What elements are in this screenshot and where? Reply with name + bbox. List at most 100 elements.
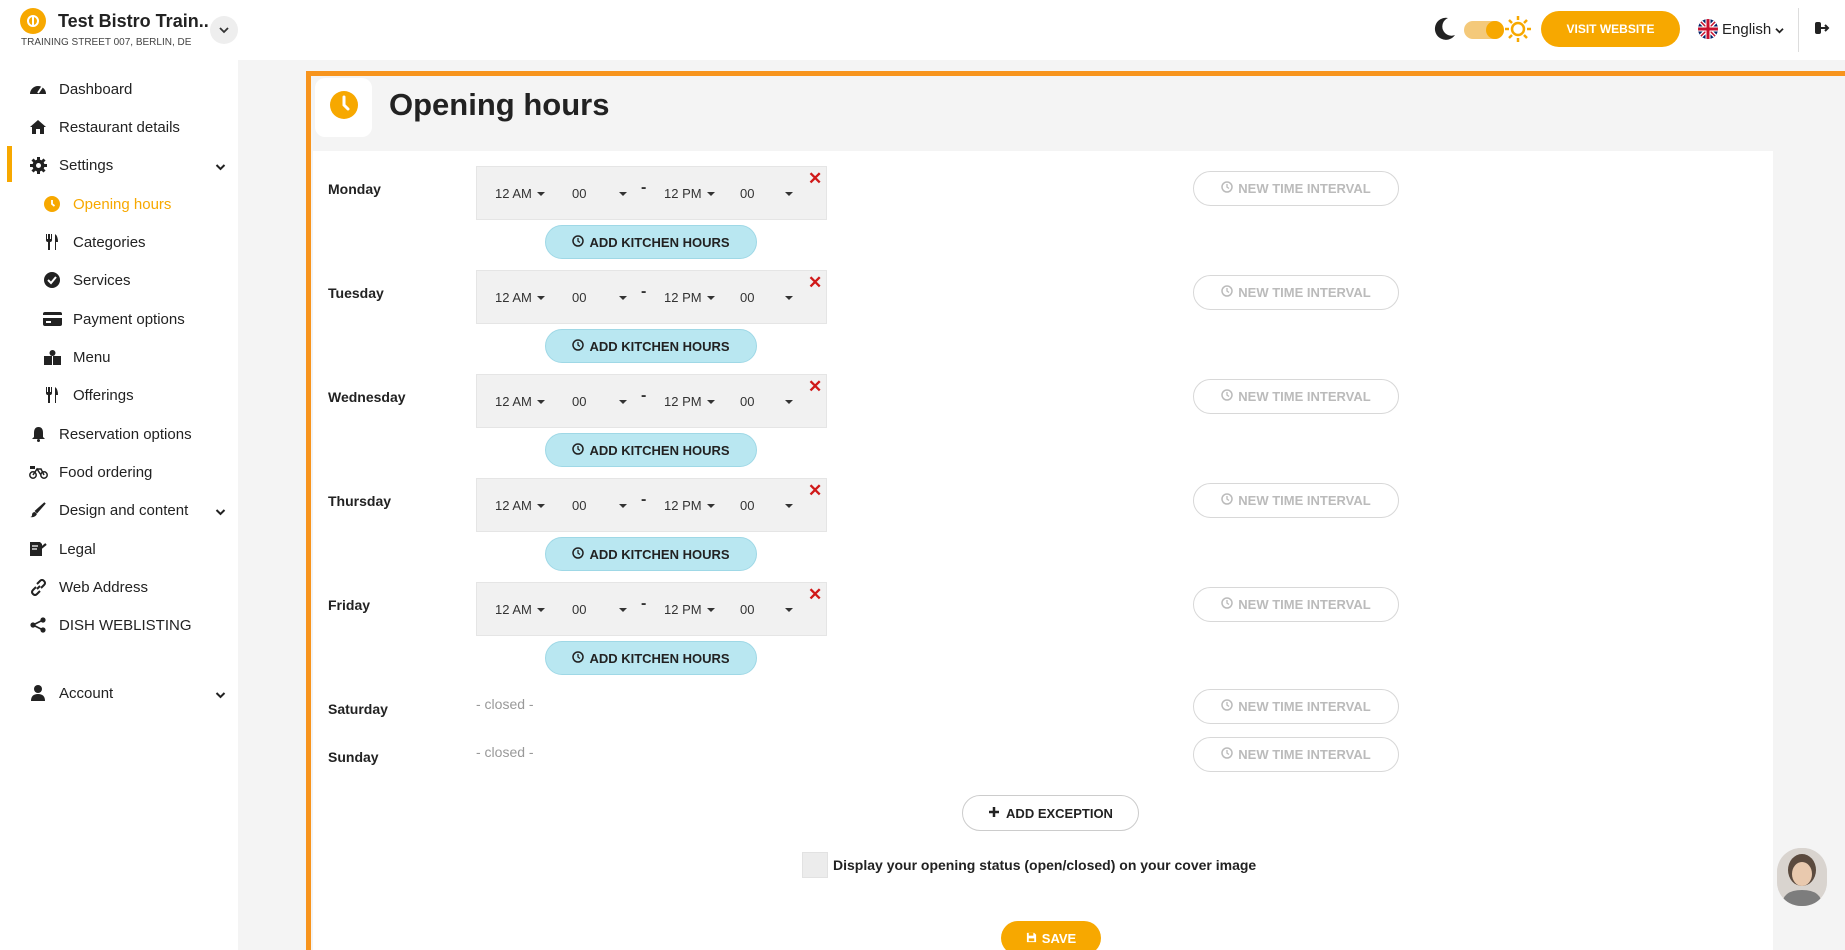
open-minute-select[interactable]: 00 <box>572 498 628 513</box>
new-time-interval-button[interactable]: NEW TIME INTERVAL <box>1193 379 1399 414</box>
caret-down-icon <box>706 295 715 300</box>
open-hour-select[interactable]: 12 AM <box>495 186 545 201</box>
restaurant-name: Test Bistro Train.. <box>58 11 209 31</box>
sidebar-item-label: Web Address <box>59 578 148 596</box>
new-time-interval-button[interactable]: NEW TIME INTERVAL <box>1193 689 1399 724</box>
caret-down-icon <box>536 607 545 612</box>
sidebar-item-categories[interactable]: Categories <box>7 224 237 260</box>
open-minute-select[interactable]: 00 <box>572 186 628 201</box>
clock-icon <box>572 546 585 562</box>
close-hour-select[interactable]: 12 PM <box>664 186 715 201</box>
home-icon <box>28 117 48 137</box>
utensils-icon <box>42 385 62 405</box>
time-range-friday: 12 AM 00 - 12 PM 00 <box>476 582 827 636</box>
close-minute-select[interactable]: 00 <box>740 186 794 201</box>
restaurant-switcher-chevron-icon[interactable] <box>210 16 238 44</box>
sidebar-item-label: Reservation options <box>59 425 192 443</box>
support-chat-avatar[interactable] <box>1777 848 1827 906</box>
add-kitchen-hours-button[interactable]: ADD KITCHEN HOURS <box>545 225 757 259</box>
closed-status: - closed - <box>476 696 534 712</box>
open-minute-select[interactable]: 00 <box>572 602 628 617</box>
bell-icon <box>28 424 48 444</box>
sidebar-item-account[interactable]: Account <box>7 675 237 711</box>
time-range-tuesday: 12 AM 00 - 12 PM 00 <box>476 270 827 324</box>
day-label-sunday: Sunday <box>328 749 379 765</box>
sidebar-item-menu[interactable]: Menu <box>7 339 237 375</box>
page-title: Opening hours <box>389 87 610 122</box>
bike-icon <box>28 462 48 482</box>
remove-interval-icon[interactable]: ✕ <box>808 481 822 501</box>
moon-icon <box>1430 15 1458 48</box>
caret-down-icon <box>536 295 545 300</box>
close-minute-select[interactable]: 00 <box>740 498 794 513</box>
sidebar-item-food-ordering[interactable]: Food ordering <box>7 454 237 490</box>
close-minute-select[interactable]: 00 <box>740 290 794 305</box>
new-time-interval-button[interactable]: NEW TIME INTERVAL <box>1193 171 1399 206</box>
restaurant-address: TRAINING STREET 007, BERLIN, DE <box>21 37 192 48</box>
close-hour-select[interactable]: 12 PM <box>664 602 715 617</box>
open-hour-select[interactable]: 12 AM <box>495 394 545 409</box>
open-minute-select[interactable]: 00 <box>572 394 628 409</box>
clock-icon <box>1221 285 1234 300</box>
sidebar-item-dish-weblisting[interactable]: DISH WEBLISTING <box>7 607 237 643</box>
sidebar-item-web-address[interactable]: Web Address <box>7 569 237 605</box>
save-button[interactable]: SAVE <box>1001 921 1101 950</box>
sidebar-item-offerings[interactable]: Offerings <box>7 377 237 413</box>
open-hour-select[interactable]: 12 AM <box>495 290 545 305</box>
caret-down-icon <box>785 295 794 300</box>
visit-website-button[interactable]: VISIT WEBSITE <box>1541 11 1680 47</box>
open-minute-select[interactable]: 00 <box>572 290 628 305</box>
add-exception-button[interactable]: ADD EXCEPTION <box>962 795 1139 831</box>
remove-interval-icon[interactable]: ✕ <box>808 377 822 397</box>
sidebar-item-dashboard[interactable]: Dashboard <box>7 71 237 107</box>
open-hour-select[interactable]: 12 AM <box>495 602 545 617</box>
day-label-saturday: Saturday <box>328 701 388 717</box>
sidebar-item-payment-options[interactable]: Payment options <box>7 301 237 337</box>
new-time-interval-button[interactable]: NEW TIME INTERVAL <box>1193 275 1399 310</box>
remove-interval-icon[interactable]: ✕ <box>808 585 822 605</box>
gauge-icon <box>28 79 48 99</box>
new-time-interval-button[interactable]: NEW TIME INTERVAL <box>1193 737 1399 772</box>
range-separator: - <box>641 595 647 612</box>
range-separator: - <box>641 179 647 196</box>
add-kitchen-hours-button[interactable]: ADD KITCHEN HOURS <box>545 329 757 363</box>
clock-icon <box>1221 389 1234 404</box>
sidebar-item-legal[interactable]: Legal <box>7 531 237 567</box>
uk-flag-icon <box>1698 19 1718 39</box>
clock-icon <box>1221 699 1234 714</box>
remove-interval-icon[interactable]: ✕ <box>808 273 822 293</box>
save-icon <box>1026 931 1037 946</box>
credit-card-icon <box>42 309 62 329</box>
utensils-icon <box>42 232 62 252</box>
theme-toggle[interactable] <box>1464 21 1504 39</box>
caret-down-icon <box>706 607 715 612</box>
caret-down-icon <box>785 607 794 612</box>
caret-down-icon <box>536 191 545 196</box>
sidebar-item-label: DISH WEBLISTING <box>59 616 192 634</box>
add-kitchen-hours-button[interactable]: ADD KITCHEN HOURS <box>545 433 757 467</box>
sidebar-item-restaurant-details[interactable]: Restaurant details <box>7 109 237 145</box>
add-kitchen-hours-button[interactable]: ADD KITCHEN HOURS <box>545 537 757 571</box>
add-kitchen-hours-button[interactable]: ADD KITCHEN HOURS <box>545 641 757 675</box>
close-minute-select[interactable]: 00 <box>740 602 794 617</box>
language-selector[interactable]: English <box>1698 19 1784 39</box>
remove-interval-icon[interactable]: ✕ <box>808 169 822 189</box>
close-hour-select[interactable]: 12 PM <box>664 498 715 513</box>
close-minute-select[interactable]: 00 <box>740 394 794 409</box>
sidebar-item-services[interactable]: Services <box>7 262 237 298</box>
restaurant-logo-icon <box>20 8 46 34</box>
logout-icon[interactable] <box>1814 20 1830 41</box>
close-hour-select[interactable]: 12 PM <box>664 394 715 409</box>
display-status-checkbox[interactable] <box>802 852 828 878</box>
open-hour-select[interactable]: 12 AM <box>495 498 545 513</box>
caret-down-icon <box>619 607 628 612</box>
signature-icon <box>28 539 48 559</box>
sidebar-item-reservation-options[interactable]: Reservation options <box>7 416 237 452</box>
sidebar-item-design-and-content[interactable]: Design and content <box>7 492 237 528</box>
sidebar-item-settings[interactable]: Settings <box>7 147 237 183</box>
new-time-interval-button[interactable]: NEW TIME INTERVAL <box>1193 483 1399 518</box>
chevron-down-icon <box>215 158 226 175</box>
close-hour-select[interactable]: 12 PM <box>664 290 715 305</box>
new-time-interval-button[interactable]: NEW TIME INTERVAL <box>1193 587 1399 622</box>
sidebar-item-opening-hours[interactable]: Opening hours <box>7 186 237 222</box>
